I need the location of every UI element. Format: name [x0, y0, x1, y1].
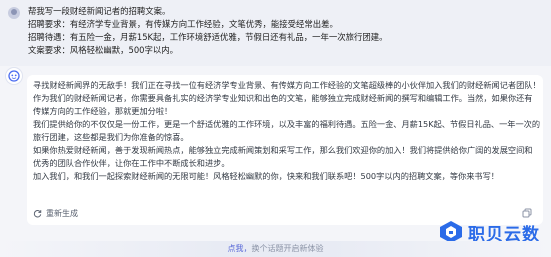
assistant-message-text: 寻找财经新闻界的无敌手！我们正在寻找一位有经济学专业背景、有传媒方向工作经验的文… — [33, 79, 541, 183]
assistant-message-card: 寻找财经新闻界的无敌手！我们正在寻找一位有经济学专业背景、有传媒方向工作经验的文… — [27, 75, 543, 225]
user-message-line: 招聘要求：有经济学专业背景，有传媒方向工作经验，文笔优秀，能接受经常出差。 — [28, 19, 338, 29]
user-message-line: 帮我写一段财经新闻记者的招聘文案。 — [28, 6, 171, 16]
user-message-line: 招聘待遇：有五险一金，月薪15K起，工作环境舒适优雅，节假日还有礼品，一年一次旅… — [28, 32, 388, 42]
assistant-paragraph: 传媒方向的工作经验，那就更加分啦！ — [33, 106, 173, 116]
refresh-icon — [33, 209, 42, 217]
new-topic-prefix[interactable]: 点我， — [228, 244, 252, 253]
assistant-paragraph: 寻找财经新闻界的无敌手！我们正在寻找一位有经济学专业背景、有传媒方向工作经验的文… — [33, 80, 541, 90]
assistant-paragraph: 我们提供给你的不仅仅是一份工作，更是一个舒适优雅的工作环境，以及丰富的福利待遇。… — [33, 119, 541, 129]
user-message-line: 文案要求：风格轻松幽默，500字以内。 — [28, 45, 178, 55]
assistant-paragraph: 加入我们，和我们一起探索财经新闻的无限可能！风格轻松幽默的你，快来和我们联系吧！… — [33, 171, 499, 181]
assistant-avatar-icon — [6, 68, 22, 84]
new-topic-text: 换个话题开启新体验 — [251, 244, 324, 253]
regenerate-button[interactable]: 重新生成 — [33, 206, 78, 220]
assistant-paragraph: 优秀的团队合作伙伴，让你在工作中不断成长和进步。 — [33, 158, 230, 168]
user-avatar — [8, 7, 20, 19]
assistant-paragraph: 作为我们的财经新闻记者，你需要具备扎实的经济学专业知识和出色的文笔，能够独立完成… — [33, 93, 533, 103]
user-message-bubble: 帮我写一段财经新闻记者的招聘文案。 招聘要求：有经济学专业背景，有传媒方向工作经… — [0, 0, 551, 66]
copy-icon[interactable] — [522, 208, 532, 218]
assistant-paragraph: 如果你热爱财经新闻，善于发现新闻热点，能够独立完成新闻策划和采写工作，那么我们欢… — [33, 145, 533, 155]
regenerate-label: 重新生成 — [46, 208, 78, 218]
new-topic-hint[interactable]: 点我，换个话题开启新体验 — [0, 241, 551, 257]
assistant-paragraph: 旅行团建，这些都是我们为你准备的惊喜。 — [33, 132, 189, 142]
user-message-text: 帮我写一段财经新闻记者的招聘文案。 招聘要求：有经济学专业背景，有传媒方向工作经… — [28, 5, 548, 57]
